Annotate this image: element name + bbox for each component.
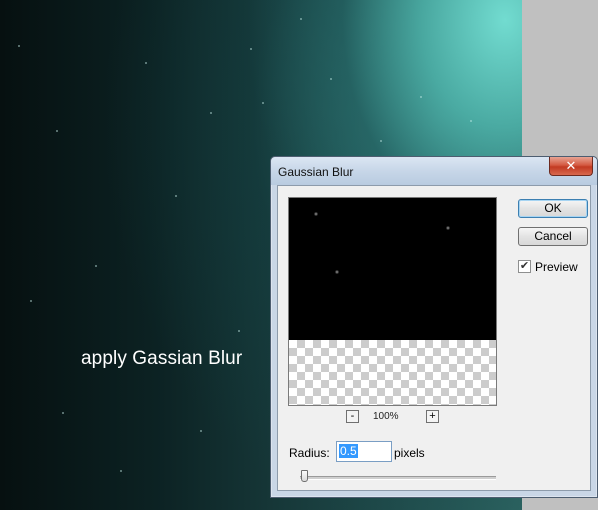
ok-button[interactable]: OK — [518, 199, 588, 218]
canvas-star — [30, 300, 32, 302]
canvas-star — [95, 265, 97, 267]
preview-star — [446, 226, 450, 230]
preview-transparency — [289, 340, 496, 405]
preview-star — [314, 212, 318, 216]
canvas-caption: apply Gassian Blur — [81, 348, 243, 369]
preview-image — [289, 198, 496, 340]
zoom-out-button[interactable]: - — [346, 410, 359, 423]
canvas-star — [120, 470, 122, 472]
radius-label: Radius: — [289, 446, 330, 460]
preview-pane[interactable] — [288, 197, 497, 406]
canvas-star — [250, 48, 252, 50]
checkmark-icon: ✔ — [519, 260, 530, 272]
gaussian-blur-dialog: Gaussian Blur ✕ - 100% + OK Cancel ✔ Pre… — [270, 156, 598, 498]
dialog-body: - 100% + OK Cancel ✔ Preview Radius: 0.5… — [277, 185, 591, 491]
radius-input[interactable]: 0.5 — [336, 441, 392, 462]
close-icon: ✕ — [565, 158, 577, 173]
dialog-title: Gaussian Blur — [278, 165, 354, 179]
zoom-in-button[interactable]: + — [426, 410, 439, 423]
radius-slider-thumb[interactable] — [300, 470, 308, 482]
canvas-star — [470, 120, 472, 122]
canvas-star — [200, 430, 202, 432]
canvas-star — [175, 195, 177, 197]
canvas-star — [145, 62, 147, 64]
dialog-titlebar[interactable]: Gaussian Blur ✕ — [271, 157, 597, 185]
canvas-star — [380, 140, 382, 142]
canvas-star — [56, 130, 58, 132]
canvas-star — [62, 412, 64, 414]
canvas-star — [300, 18, 302, 20]
canvas-star — [420, 96, 422, 98]
zoom-level: 100% — [373, 411, 399, 422]
radius-slider-track[interactable] — [300, 476, 496, 480]
close-button[interactable]: ✕ — [549, 157, 593, 176]
cancel-button[interactable]: Cancel — [518, 227, 588, 246]
canvas-star — [18, 45, 20, 47]
zoom-controls: - 100% + — [288, 410, 497, 426]
preview-checkbox[interactable]: ✔ — [518, 260, 531, 273]
canvas-star — [262, 102, 264, 104]
canvas-star — [330, 78, 332, 80]
preview-checkbox-label: Preview — [535, 260, 578, 274]
canvas-star — [238, 330, 240, 332]
canvas-star — [210, 112, 212, 114]
radius-value: 0.5 — [339, 444, 358, 458]
preview-star — [335, 270, 339, 274]
radius-unit-label: pixels — [394, 446, 425, 460]
